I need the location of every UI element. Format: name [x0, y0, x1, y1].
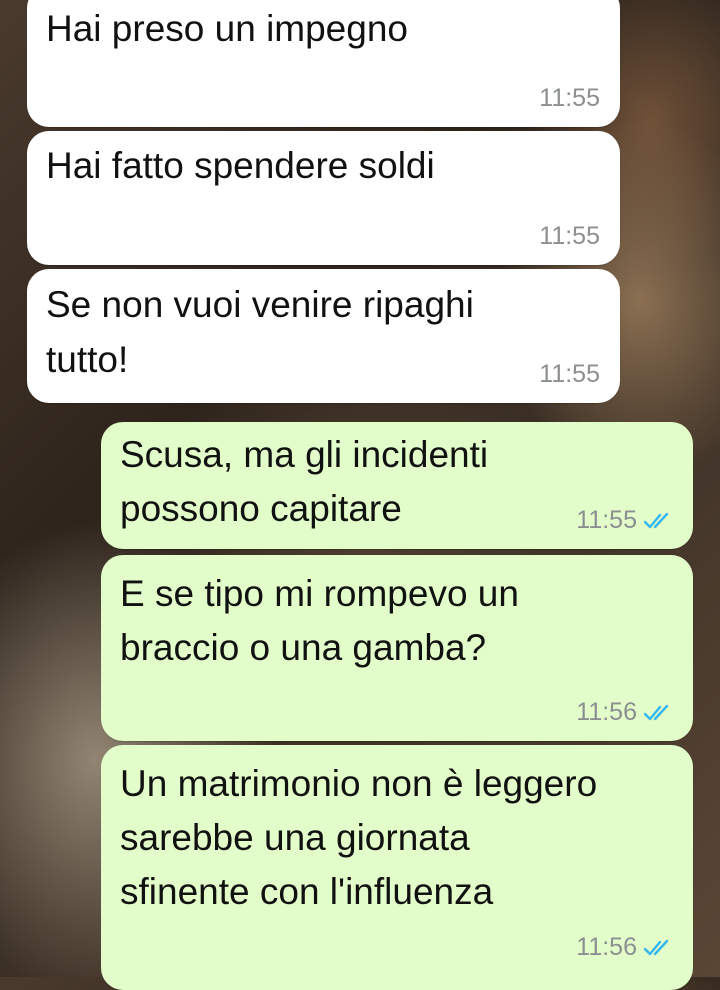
message-bubble-outgoing[interactable]: E se tipo mi rompevo un braccio o una ga…	[101, 555, 693, 741]
message-meta: 11:56	[576, 698, 673, 727]
message-meta: 11:55	[539, 222, 600, 251]
message-text: Se non vuoi venire ripaghi tutto!	[46, 284, 474, 380]
message-time: 11:56	[576, 698, 637, 726]
message-time: 11:55	[539, 360, 600, 388]
double-check-icon	[643, 939, 669, 955]
message-time: 11:55	[576, 506, 637, 534]
message-meta: 11:55	[539, 84, 600, 113]
message-bubble-incoming[interactable]: Hai fatto spendere soldi 11:55	[27, 131, 620, 265]
message-text: E se tipo mi rompevo un braccio o una ga…	[120, 573, 519, 668]
message-meta: 11:55	[539, 360, 600, 389]
message-time: 11:56	[576, 933, 637, 961]
message-text: Hai preso un impegno	[46, 8, 408, 49]
message-bubble-outgoing[interactable]: Scusa, ma gli incidenti possono capitare…	[101, 422, 693, 549]
message-text: Un matrimonio non è leggero sarebbe una …	[120, 763, 598, 912]
message-bubble-incoming[interactable]: Se non vuoi venire ripaghi tutto! 11:55	[27, 269, 620, 403]
message-meta: 11:55	[576, 506, 673, 535]
message-time: 11:55	[539, 222, 600, 250]
message-bubble-incoming[interactable]: Hai preso un impegno 11:55	[27, 0, 620, 127]
message-text: Hai fatto spendere soldi	[46, 145, 435, 186]
double-check-icon	[643, 704, 669, 720]
message-bubble-outgoing[interactable]: Un matrimonio non è leggero sarebbe una …	[101, 745, 693, 990]
message-time: 11:55	[539, 84, 600, 112]
message-meta: 11:56	[576, 933, 673, 962]
double-check-icon	[643, 512, 669, 528]
